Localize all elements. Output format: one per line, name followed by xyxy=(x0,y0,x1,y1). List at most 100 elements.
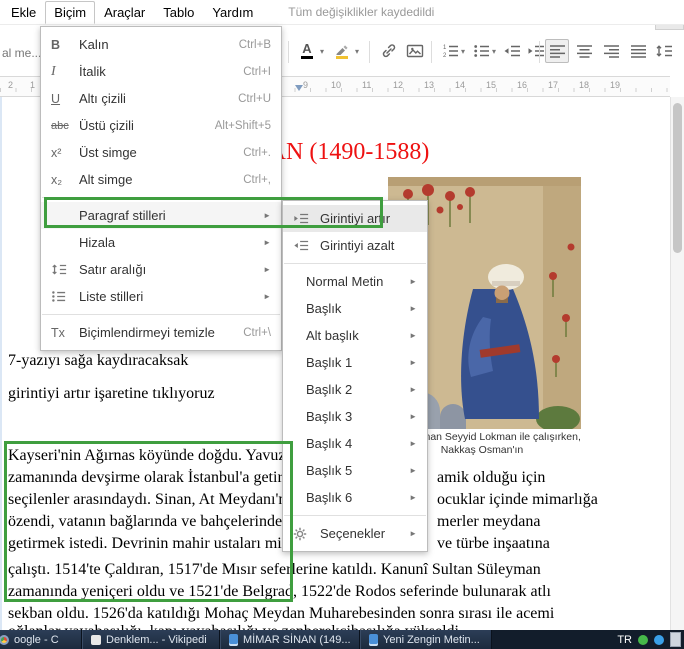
note-line-2[interactable]: girintiyi artır işaretine tıklıyoruz xyxy=(8,385,215,403)
taskbar: oogle - C Denklem... - Vikipedi MİMAR Sİ… xyxy=(0,630,684,649)
menu-item-shortcut: Ctrl+. xyxy=(243,146,271,159)
menu-item-label: Hizala xyxy=(79,235,116,250)
menu-separator xyxy=(284,515,426,516)
menu-item-alt-simge[interactable]: x₂ Alt simge Ctrl+, xyxy=(41,166,281,193)
menubar-item-bicim[interactable]: Biçim xyxy=(45,0,96,24)
menu-item-alti-cizili[interactable]: U Altı çizili Ctrl+U xyxy=(41,85,281,112)
scrollbar-thumb[interactable] xyxy=(673,103,682,253)
menubar-item-araclar[interactable]: Araçlar xyxy=(95,1,154,24)
menu-item-label: Üstü çizili xyxy=(79,118,134,133)
indent-marker[interactable] xyxy=(295,85,303,91)
menu-item-kalin[interactable]: B Kalın Ctrl+B xyxy=(41,31,281,58)
align-left-button[interactable] xyxy=(545,39,569,63)
menu-item-shortcut: Ctrl+U xyxy=(238,92,271,105)
submenu-arrow-icon: ► xyxy=(409,412,417,421)
menu-separator xyxy=(284,263,426,264)
bullet-list-caret-icon[interactable]: ▾ xyxy=(492,47,496,56)
submenu-item-label: Girintiyi azalt xyxy=(320,238,395,253)
menu-item-liste-stilleri[interactable]: Liste stilleri ► xyxy=(41,283,281,310)
submenu-item-baslik-6[interactable]: Başlık 6 ► xyxy=(283,484,427,511)
vertical-scrollbar[interactable] xyxy=(670,97,684,630)
decrease-indent-icon xyxy=(504,45,520,57)
taskbar-button-mimar-sinan[interactable]: MİMAR SİNAN (149... xyxy=(220,630,360,649)
toolbar-separator xyxy=(431,41,432,63)
gear-icon xyxy=(293,527,320,541)
submenu-item-baslik[interactable]: Başlık ► xyxy=(283,295,427,322)
ruler-number: 1 xyxy=(30,80,36,90)
align-right-button[interactable] xyxy=(599,39,623,63)
line-spacing-icon xyxy=(51,263,79,276)
submenu-item-normal-metin[interactable]: Normal Metin ► xyxy=(283,268,427,295)
text-color-caret-icon[interactable]: ▾ xyxy=(320,47,324,56)
numbered-list-button[interactable]: 112 xyxy=(438,39,462,63)
ruler-number: 10 xyxy=(331,80,342,90)
taskbar-button-yeni-zengin-metin[interactable]: Yeni Zengin Metin... xyxy=(360,630,492,649)
menubar-item-ekle[interactable]: Ekle xyxy=(2,1,45,24)
text-color-icon: A xyxy=(301,42,313,59)
bullet-list-button[interactable] xyxy=(469,39,493,63)
numbered-list-icon: 112 xyxy=(443,45,458,58)
menu-item-label: Biçimlendirmeyi temizle xyxy=(79,325,215,340)
insert-link-button[interactable] xyxy=(377,39,401,63)
submenu-item-label: Başlık 5 xyxy=(306,463,353,478)
menu-item-italik[interactable]: I İtalik Ctrl+I xyxy=(41,58,281,85)
ruler-number: 13 xyxy=(424,80,435,90)
line-spacing-icon xyxy=(656,45,672,57)
superscript-icon: x² xyxy=(51,145,62,160)
toolbar-separator xyxy=(369,41,370,63)
line-spacing-button[interactable] xyxy=(652,39,676,63)
menu-item-label: Liste stilleri xyxy=(79,289,144,304)
submenu-item-baslik-3[interactable]: Başlık 3 ► xyxy=(283,403,427,430)
menu-item-hizala[interactable]: Hizala ► xyxy=(41,229,281,256)
insert-image-button[interactable] xyxy=(403,39,427,63)
submenu-item-baslik-4[interactable]: Başlık 4 ► xyxy=(283,430,427,457)
numbered-list-caret-icon[interactable]: ▾ xyxy=(461,47,465,56)
decrease-indent-button[interactable] xyxy=(500,39,524,63)
paragraph-line[interactable]: sekban oldu. 1526'da katıldığı Mohaç Mey… xyxy=(8,605,680,623)
page-edge xyxy=(0,97,2,630)
language-indicator[interactable]: TR xyxy=(617,634,632,646)
highlight-color-caret-icon[interactable]: ▾ xyxy=(355,47,359,56)
save-status: Tüm değişiklikler kaydedildi xyxy=(288,5,435,19)
google-docs-window: Ekle Biçim Araçlar Tablo Yardım Tüm deği… xyxy=(0,0,684,649)
text-color-button[interactable]: A xyxy=(295,39,319,63)
submenu-item-girintiyi-azalt[interactable]: Girintiyi azalt xyxy=(283,232,427,259)
submenu-item-baslik-1[interactable]: Başlık 1 ► xyxy=(283,349,427,376)
tray-green-icon[interactable] xyxy=(638,634,648,645)
highlight-color-button[interactable] xyxy=(330,39,354,63)
submenu-item-label: Girintiyi artır xyxy=(320,211,391,226)
menu-item-satir-araligi[interactable]: Satır aralığı ► xyxy=(41,256,281,283)
submenu-item-girintiyi-artir[interactable]: Girintiyi artır xyxy=(283,205,427,232)
submenu-item-baslik-5[interactable]: Başlık 5 ► xyxy=(283,457,427,484)
menu-item-bicimlendirmeyi-temizle[interactable]: Tx Biçimlendirmeyi temizle Ctrl+\ xyxy=(41,319,281,346)
paragraph-text: amik olduğu için xyxy=(437,469,546,486)
svg-text:1: 1 xyxy=(443,45,447,51)
menu-separator xyxy=(42,314,280,315)
submenu-item-secenekler[interactable]: Seçenekler ► xyxy=(283,520,427,547)
increase-indent-icon xyxy=(293,212,320,225)
submenu-item-label: Başlık 6 xyxy=(306,490,353,505)
submenu-item-alt-baslik[interactable]: Alt başlık ► xyxy=(283,322,427,349)
ruler-number: 17 xyxy=(548,80,559,90)
justify-button[interactable] xyxy=(626,39,650,63)
menu-item-ustu-cizili[interactable]: abc Üstü çizili Alt+Shift+5 xyxy=(41,112,281,139)
taskbar-button-vikipedi[interactable]: Denklem... - Vikipedi xyxy=(82,630,220,649)
align-center-button[interactable] xyxy=(572,39,596,63)
submenu-item-label: Başlık xyxy=(306,301,342,316)
submenu-item-label: Alt başlık xyxy=(306,328,359,343)
submenu-arrow-icon: ► xyxy=(409,358,417,367)
taskbar-button-chrome[interactable]: oogle - C xyxy=(0,630,82,649)
menubar-item-tablo[interactable]: Tablo xyxy=(154,1,203,24)
menu-item-paragraf-stilleri[interactable]: Paragraf stilleri ► xyxy=(41,202,281,229)
submenu-item-label: Seçenekler xyxy=(320,526,386,541)
show-desktop-button[interactable] xyxy=(670,632,681,647)
submenu-item-baslik-2[interactable]: Başlık 2 ► xyxy=(283,376,427,403)
note-line-1[interactable]: 7-yazıyı sağa kaydıracaksak xyxy=(8,352,188,370)
menu-item-ust-simge[interactable]: x² Üst simge Ctrl+. xyxy=(41,139,281,166)
tray-blue-icon[interactable] xyxy=(654,634,664,645)
format-menu: B Kalın Ctrl+B I İtalik Ctrl+I U Altı çi… xyxy=(40,26,282,351)
paragraph-line[interactable]: zamanında yeniçeri oldu ve 1521'de Belgr… xyxy=(8,583,680,601)
paragraph-line[interactable]: çalıştı. 1514'te Çaldıran, 1517'de Mısır… xyxy=(8,561,680,579)
menubar-item-yardim[interactable]: Yardım xyxy=(203,1,262,24)
paragraph-style-dropdown[interactable]: al me... xyxy=(2,46,41,60)
